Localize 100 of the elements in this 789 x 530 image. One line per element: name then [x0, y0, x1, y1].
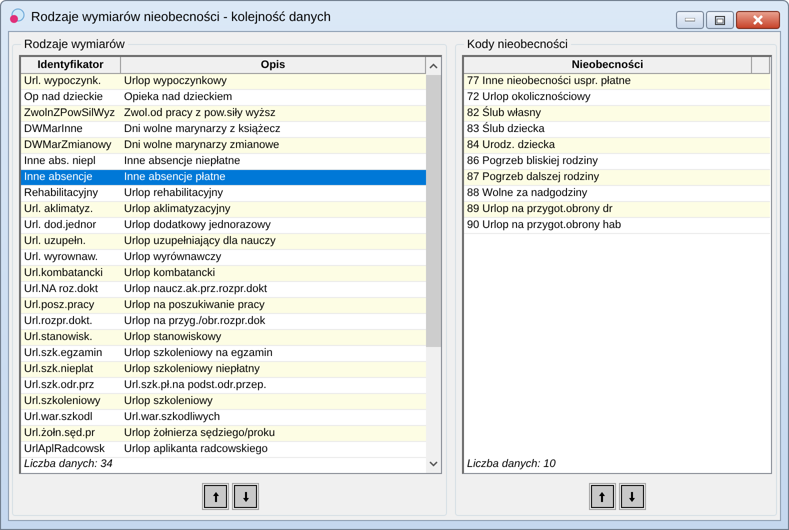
table-row[interactable]: Url.kombatancki Urlop kombatancki	[21, 266, 426, 282]
close-button[interactable]	[736, 11, 780, 29]
table-cell-text: Url. uzupełn.	[23, 234, 87, 249]
scroll-up-icon[interactable]	[429, 63, 438, 69]
table-cell-text: Url.szk.odr.prz	[23, 378, 96, 393]
table-cell-text: Urlop naucz.ak.prz.rozpr.dokt	[123, 282, 268, 297]
move-up-button[interactable]	[590, 485, 614, 508]
table-row[interactable]: ZwolnZPowSilWyz Zwol.od pracy z pow.siły wyższ	[21, 106, 426, 122]
maximize-icon	[715, 16, 725, 24]
table-cell-text: Urlop na poszukiwanie pracy	[123, 298, 266, 313]
table-row[interactable]: Url.stanowisk. Urlop stanowiskowy	[21, 330, 426, 346]
move-down-button[interactable]	[234, 485, 257, 508]
table-row[interactable]: Url.szkoleniowy Urlop szkoleniowy	[21, 394, 426, 410]
table-row[interactable]: Url. wypoczynk. Urlop wypoczynkowy	[21, 74, 426, 90]
scroll-down-icon[interactable]	[429, 461, 438, 467]
table-row[interactable]: DWMarZmianowy Dni wolne marynarzy zmianowe	[21, 138, 426, 154]
table-row[interactable]: Url.rozpr.dokt. Urlop na przyg./obr.rozpr.dok	[21, 314, 426, 330]
table-row[interactable]: Op nad dzieckie Opieka nad dzieckiem	[21, 90, 426, 106]
table-cell-text: Dni wolne marynarzy z książecz	[123, 122, 282, 137]
table-cell-text: Url. wyrownaw.	[23, 250, 99, 265]
group-legend: Kody nieobecności	[464, 37, 571, 51]
table-row[interactable]: Url.szk.egzamin Urlop szkoleniowy na egzamin	[21, 346, 426, 362]
table-cell-text: Urlop dodatkowy jednorazowy	[123, 218, 272, 233]
table-row[interactable]: 90 Urlop na przygot.obrony hab	[464, 218, 770, 234]
table-cell-text: Urlop aklimatyzacyjny	[123, 202, 232, 217]
table-row[interactable]: Inne absencje Inne absencje płatne	[21, 170, 426, 186]
table-row[interactable]: Url.posz.pracy Urlop na poszukiwanie pracy	[21, 298, 426, 314]
table-row[interactable]: Url.szk.odr.prz Url.szk.pł.na podst.odr.przep.	[21, 378, 426, 394]
table-cell-text: 77 Inne nieobecności uspr. płatne	[466, 74, 632, 89]
table-row[interactable]: 72 Urlop okolicznościowy	[464, 90, 770, 106]
table-cell-text: Urlop żołnierza sędziego/proku	[123, 426, 276, 441]
move-up-button[interactable]	[204, 485, 227, 508]
table-row[interactable]: 86 Pogrzeb bliskiej rodziny	[464, 154, 770, 170]
table-cell-text: 83 Ślub dziecka	[466, 122, 546, 137]
arrow-down-icon	[628, 490, 636, 502]
close-icon	[752, 15, 764, 25]
record-count: Liczba danych: 10	[466, 458, 557, 472]
table-cell-text: Urlop szkoleniowy	[123, 394, 214, 409]
table-row[interactable]: Url. aklimatyz. Urlop aklimatyzacyjny	[21, 202, 426, 218]
table-cell-text: Inne absencje	[23, 170, 94, 185]
table-cell-text: Url.stanowisk.	[23, 330, 94, 345]
table-cell-text: Url.szk.pł.na podst.odr.przep.	[123, 378, 268, 393]
table-cell-text: 82 Ślub własny	[466, 106, 542, 121]
table-cell-text: Urlop szkoleniowy na egzamin	[123, 346, 274, 361]
table-cell-text: Url. wypoczynk.	[23, 74, 102, 89]
table-cell-text: UrlAplRadcowsk	[23, 442, 106, 457]
table-cell-text: DWMarInne	[23, 122, 84, 137]
table-row[interactable]: Rehabilitacyjny Urlop rehabilitacyjny	[21, 186, 426, 202]
table-cell-text: Url.szk.nieplat	[23, 362, 94, 377]
table-row[interactable]: 82 Ślub własny	[464, 106, 770, 122]
table-cell-text: Inne abs. niepl	[23, 154, 97, 169]
table-row[interactable]: Url. uzupełn. Urlop uzupełniający dla nauczy	[21, 234, 426, 250]
table-row[interactable]: Url.żołn.sęd.pr Urlop żołnierza sędziego/proku	[21, 426, 426, 442]
table-cell-text: Inne absencje niepłatne	[123, 154, 242, 169]
table-cell-text: 86 Pogrzeb bliskiej rodziny	[466, 154, 599, 169]
table-row[interactable]: UrlAplRadcowsk Urlop aplikanta radcowskiego	[21, 442, 426, 458]
minimize-button[interactable]	[676, 11, 704, 29]
table-cell-text: Url.rozpr.dokt.	[23, 314, 94, 329]
table-row[interactable]: 77 Inne nieobecności uspr. płatne	[464, 74, 770, 90]
table-cell-text: Url.szkoleniowy	[23, 394, 102, 409]
table-cell-text: Url.posz.pracy	[23, 298, 96, 313]
window-title: Rodzaje wymiarów nieobecności - kolejność danych	[31, 8, 331, 24]
table-row[interactable]: Url.war.szkodl Url.war.szkodliwych	[21, 410, 426, 426]
table-cell-text: 87 Pogrzeb dalszej rodziny	[466, 170, 600, 185]
table-cell-text: 84 Urodz. dziecka	[466, 138, 556, 153]
table-cell-text: DWMarZmianowy	[23, 138, 112, 153]
table-row[interactable]: Url.szk.nieplat Urlop szkoleniowy niepłatny	[21, 362, 426, 378]
table-cell-text: Urlop na przyg./obr.rozpr.dok	[123, 314, 266, 329]
table-row[interactable]: 84 Urodz. dziecka	[464, 138, 770, 154]
table-cell-text: Rehabilitacyjny	[23, 186, 99, 201]
table-cell-text: 90 Urlop na przygot.obrony hab	[466, 218, 622, 233]
table-row[interactable]: 87 Pogrzeb dalszej rodziny	[464, 170, 770, 186]
table-row[interactable]: Inne abs. niepl Inne absencje niepłatne	[21, 154, 426, 170]
table-cell-text: Urlop rehabilitacyjny	[123, 186, 224, 201]
table-cell-text: Url.NA roz.dokt	[23, 282, 99, 297]
app-icon	[9, 8, 25, 24]
table-cell-text: 89 Urlop na przygot.obrony dr	[466, 202, 614, 217]
table-cell-text: Urlop wyrównawczy	[123, 250, 222, 265]
arrow-down-icon	[242, 490, 250, 502]
table-cell-text: Urlop aplikanta radcowskiego	[123, 442, 269, 457]
table-cell-text: Url.żołn.sęd.pr	[23, 426, 96, 441]
table-cell-text: Url.kombatancki	[23, 266, 104, 281]
table-row[interactable]: 88 Wolne za nadgodziny	[464, 186, 770, 202]
scrollbar-thumb[interactable]	[426, 75, 441, 347]
table-row[interactable]: 89 Urlop na przygot.obrony dr	[464, 202, 770, 218]
arrow-up-icon	[598, 490, 606, 502]
table-cell-text: Inne absencje płatne	[123, 170, 227, 185]
table-cell-text: Url. aklimatyz.	[23, 202, 94, 217]
table-cell-text: Dni wolne marynarzy zmianowe	[123, 138, 280, 153]
maximize-button[interactable]	[706, 11, 734, 29]
table-row[interactable]: Url. dod.jednor Urlop dodatkowy jednorazowy	[21, 218, 426, 234]
table-cell-text: Urlop szkoleniowy niepłatny	[123, 362, 261, 377]
table-cell-text: Urlop kombatancki	[123, 266, 216, 281]
table-row[interactable]: Url.NA roz.dokt Urlop naucz.ak.prz.rozpr.dokt	[21, 282, 426, 298]
move-down-button[interactable]	[620, 485, 644, 508]
table-row[interactable]: Url. wyrownaw. Urlop wyrównawczy	[21, 250, 426, 266]
table-row[interactable]: 83 Ślub dziecka	[464, 122, 770, 138]
table-cell-text: Zwol.od pracy z pow.siły wyższ	[123, 106, 277, 121]
table-row[interactable]: DWMarInne Dni wolne marynarzy z książecz	[21, 122, 426, 138]
table-cell-text: Urlop stanowiskowy	[123, 330, 222, 345]
